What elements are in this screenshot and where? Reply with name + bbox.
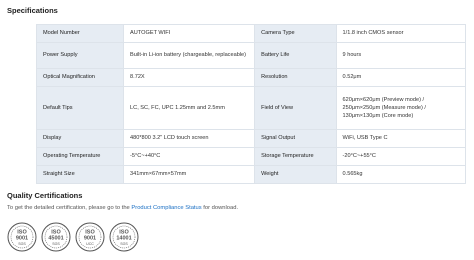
spec-label: Default Tips (35, 86, 125, 130)
spec-value: 620μm×620μm (Preview mode) / 250μm×250μm… (335, 86, 467, 130)
spec-label: Power Supply (35, 42, 125, 69)
spec-row: Display 480*800 3.2" LCD touch screen Sign… (35, 129, 467, 148)
certification-note-suffix: for download. (201, 205, 239, 211)
badge-number: 9001 (16, 236, 28, 242)
spec-value: -5°C~+40°C (123, 147, 256, 166)
spec-label: Storage Temperature (254, 147, 337, 166)
badge-issuer: SGS (120, 242, 128, 246)
spec-value: 9 hours (335, 42, 467, 69)
spec-row: Optical Magnification 8.72X Resolution 0.52… (35, 68, 467, 87)
spec-value: AUTOGET WIFI (123, 24, 256, 43)
spec-row: Operating Temperature -5°C~+40°C Storage T… (35, 147, 467, 166)
spec-row: Power Supply Built-in Li-ion battery (cha… (35, 42, 467, 69)
spec-label: Resolution (254, 68, 337, 87)
spec-label: Camera Type (254, 24, 337, 43)
badge-issuer: UCC (86, 242, 94, 246)
product-compliance-status-link[interactable]: Product Compliance Status (131, 205, 201, 211)
badge-number: 14001 (116, 236, 131, 242)
spec-value: 8.72X (123, 68, 256, 87)
iso-certification-badge-icon: ISO14001SGS (109, 222, 139, 252)
spec-value: 0.565kg (335, 165, 467, 184)
spec-label: Model Number (35, 24, 125, 43)
spec-label: Field of View (254, 86, 337, 130)
certification-badges: ISO 9001 SGS ISO 45001 SGS ISO 9001 UCC ISO 14001 S… (7, 222, 139, 252)
spec-label: Optical Magnification (35, 68, 125, 87)
spec-label: Straight Size (35, 165, 125, 184)
badge-issuer: SGS (18, 242, 26, 246)
spec-value: WiFi, USB Type C (335, 129, 467, 148)
spec-row: Straight Size 341mm×67mm×57mm Weight 0.565k… (35, 165, 467, 184)
spec-row: Model Number AUTOGET WIFI Camera Type 1/1.8… (35, 24, 467, 43)
certification-note-text: To get the detailed certification, pleas… (7, 205, 132, 211)
badge-number: 45001 (48, 236, 63, 242)
iso-certification-badge-icon: ISO9001SGS (7, 222, 37, 252)
spec-value: 0.52μm (335, 68, 467, 87)
spec-value: LC, SC, FC, UPC 1.25mm and 2.5mm (123, 86, 256, 130)
spec-value: Built-in Li-ion battery (chargeable, rep… (123, 42, 256, 69)
certification-note: To get the detailed certification, pleas… (7, 205, 238, 211)
iso-certification-badge-icon: ISO9001UCC (75, 222, 105, 252)
badge-number: 9001 (84, 236, 96, 242)
spec-label: Battery Life (254, 42, 337, 69)
iso-certification-badge-icon: ISO45001SGS (41, 222, 71, 252)
spec-value: -20°C~+55°C (335, 147, 467, 166)
badge-issuer: SGS (52, 242, 60, 246)
specifications-title: Specifications (7, 6, 58, 15)
spec-label: Signal Output (254, 129, 337, 148)
spec-value: 480*800 3.2" LCD touch screen (123, 129, 256, 148)
spec-label: Weight (254, 165, 337, 184)
spec-value: 341mm×67mm×57mm (123, 165, 256, 184)
quality-certifications-title: Quality Certifications (7, 191, 83, 200)
specifications-table: Model Number AUTOGET WIFI Camera Type 1/1.8… (35, 24, 467, 184)
spec-label: Display (35, 129, 125, 148)
spec-row: Default Tips LC, SC, FC, UPC 1.25mm and 2… (35, 86, 467, 130)
spec-label: Operating Temperature (35, 147, 125, 166)
spec-value: 1/1.8 inch CMOS sensor (335, 24, 467, 43)
